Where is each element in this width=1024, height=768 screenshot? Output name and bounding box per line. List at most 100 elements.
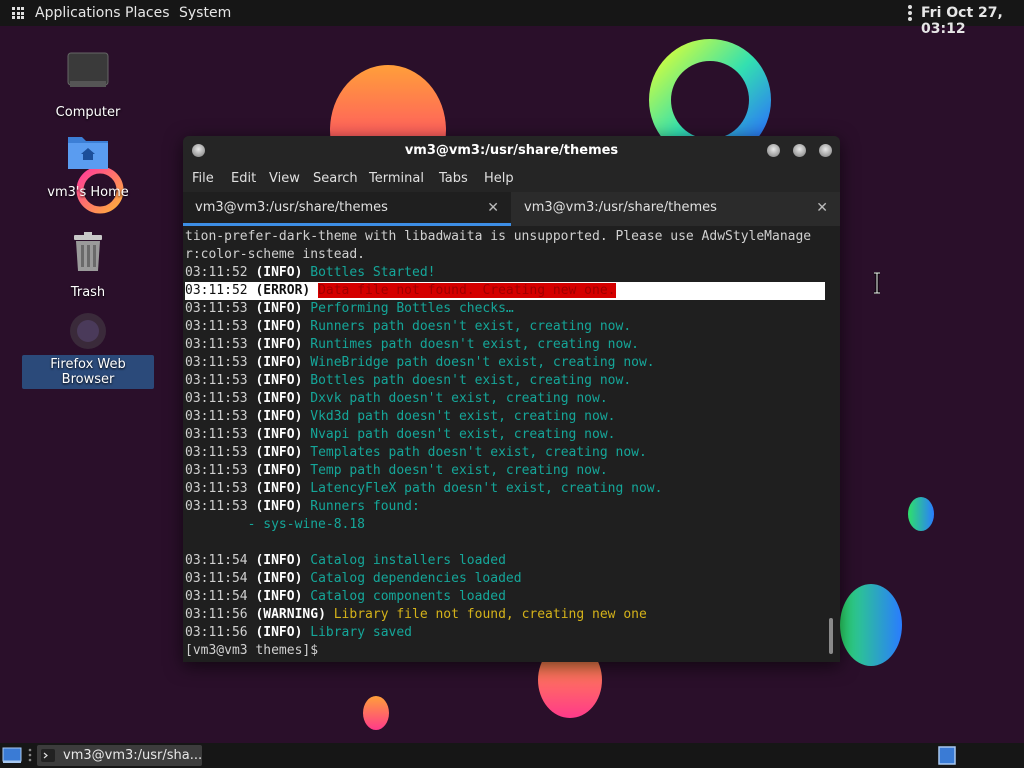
log-message: Catalog installers loaded — [310, 553, 506, 568]
clock[interactable]: Fri Oct 27, 03:12 — [921, 5, 1024, 37]
terminal-line-info: 03:11:53 (INFO) Runtimes path doesn't ex… — [185, 336, 639, 354]
taskbar-window-title: vm3@vm3:/usr/sha... — [63, 748, 203, 763]
terminal-line: - sys-wine-8.18 — [185, 517, 366, 532]
menu-view[interactable]: View — [269, 171, 300, 186]
tab-label: vm3@vm3:/usr/share/themes — [195, 200, 388, 215]
apps-grid-icon[interactable] — [12, 7, 24, 19]
log-timestamp: 03:11:53 — [185, 409, 248, 424]
desktop-icon-firefox[interactable]: Firefox Web Browser — [22, 273, 154, 389]
panel-separator-handle[interactable] — [28, 748, 32, 763]
terminal-tab-active[interactable]: vm3@vm3:/usr/share/themes ✕ — [183, 192, 511, 226]
log-message: Runners path doesn't exist, creating now… — [310, 319, 632, 334]
terminal-line-info: 03:11:53 (INFO) Runners path doesn't exi… — [185, 318, 631, 336]
tab-close-icon[interactable]: ✕ — [487, 192, 499, 224]
log-timestamp: 03:11:53 — [185, 355, 248, 370]
log-timestamp: 03:11:56 — [185, 607, 248, 622]
firefox-icon — [70, 313, 106, 349]
terminal-scrollbar[interactable] — [829, 618, 833, 654]
terminal-line-info: 03:11:53 (INFO) Runners found: — [185, 498, 420, 516]
log-level: (INFO) — [255, 481, 303, 496]
log-timestamp: 03:11:53 — [185, 481, 248, 496]
menu-terminal[interactable]: Terminal — [369, 171, 424, 186]
top-panel: Applications Places System Fri Oct 27, 0… — [0, 0, 1024, 37]
computer-icon — [67, 52, 109, 87]
log-timestamp: 03:11:54 — [185, 589, 248, 604]
log-message: Performing Bottles checks… — [310, 301, 514, 316]
menu-help[interactable]: Help — [484, 171, 514, 186]
terminal-line-warning: 03:11:56 (WARNING) Library file not foun… — [185, 606, 647, 624]
log-level: (INFO) — [255, 427, 303, 442]
window-menu-icon[interactable] — [192, 144, 205, 157]
log-message: Catalog dependencies loaded — [310, 571, 522, 586]
log-message: Library file not found, creating new one — [333, 607, 647, 622]
home-folder-icon — [68, 137, 108, 169]
maximize-icon[interactable] — [793, 144, 806, 157]
terminal-line-info: 03:11:52 (INFO) Bottles Started! — [185, 264, 435, 282]
terminal-line-info: 03:11:53 (INFO) Vkd3d path doesn't exist… — [185, 408, 616, 426]
show-desktop-icon[interactable] — [2, 747, 22, 764]
log-timestamp: 03:11:54 — [185, 571, 248, 586]
log-level: (INFO) — [255, 337, 303, 352]
log-timestamp: 03:11:56 — [185, 625, 248, 640]
log-timestamp: 03:11:53 — [185, 301, 248, 316]
log-level: (INFO) — [255, 409, 303, 424]
log-message: WineBridge path doesn't exist, creating … — [310, 355, 655, 370]
log-level: (INFO) — [255, 319, 303, 334]
terminal-line-info: 03:11:53 (INFO) Dxvk path doesn't exist,… — [185, 390, 608, 408]
log-level: (INFO) — [255, 553, 303, 568]
log-level: (INFO) — [255, 499, 303, 514]
log-message: Bottles Started! — [310, 265, 436, 280]
terminal-tab[interactable]: vm3@vm3:/usr/share/themes ✕ — [512, 192, 840, 226]
log-message: Dxvk path doesn't exist, creating now. — [310, 391, 608, 406]
desktop-icon-home[interactable]: vm3's Home — [28, 93, 148, 205]
terminal-line-info: 03:11:53 (INFO) Bottles path doesn't exi… — [185, 372, 631, 390]
log-timestamp: 03:11:52 — [185, 283, 248, 298]
bottom-panel: vm3@vm3:/usr/sha... — [0, 743, 1024, 768]
log-message: Templates path doesn't exist, creating n… — [310, 445, 647, 460]
tab-label: vm3@vm3:/usr/share/themes — [524, 200, 717, 215]
log-timestamp: 03:11:53 — [185, 463, 248, 478]
log-timestamp: 03:11:53 — [185, 427, 248, 442]
log-level: (INFO) — [255, 355, 303, 370]
minimize-icon[interactable] — [767, 144, 780, 157]
log-level: (INFO) — [255, 391, 303, 406]
log-message: Bottles path doesn't exist, creating now… — [310, 373, 632, 388]
terminal-prompt[interactable]: [vm3@vm3 themes]$ — [185, 642, 318, 660]
log-level: (INFO) — [255, 265, 303, 280]
log-message: Catalog components loaded — [310, 589, 506, 604]
log-message: Temp path doesn't exist, creating now. — [310, 463, 608, 478]
window-titlebar[interactable]: vm3@vm3:/usr/share/themes — [183, 136, 840, 166]
menu-search[interactable]: Search — [313, 171, 358, 186]
log-level: (INFO) — [255, 571, 303, 586]
terminal-line-info: 03:11:53 (INFO) Performing Bottles check… — [185, 300, 514, 318]
menu-file[interactable]: File — [192, 171, 214, 186]
log-level: (INFO) — [255, 463, 303, 478]
trash-icon — [74, 232, 102, 271]
terminal-line: tion-prefer-dark-theme with libadwaita i… — [185, 229, 812, 244]
log-timestamp: 03:11:53 — [185, 319, 248, 334]
log-level: (WARNING) — [255, 607, 326, 622]
close-icon[interactable] — [819, 144, 832, 157]
menu-system[interactable]: System — [179, 5, 231, 21]
log-level: (ERROR) — [255, 283, 311, 298]
workspace-switcher-icon[interactable] — [938, 746, 956, 765]
terminal-line-info: 03:11:53 (INFO) Nvapi path doesn't exist… — [185, 426, 616, 444]
terminal-output[interactable]: tion-prefer-dark-theme with libadwaita i… — [183, 226, 840, 662]
terminal-line-error: 03:11:52 (ERROR) Data file not found. Cr… — [185, 282, 825, 300]
taskbar-window-button[interactable]: vm3@vm3:/usr/sha... — [37, 745, 202, 766]
terminal-line-info: 03:11:54 (INFO) Catalog components loade… — [185, 588, 506, 606]
log-message: Library saved — [310, 625, 412, 640]
menu-tabs[interactable]: Tabs — [439, 171, 468, 186]
log-level: (INFO) — [255, 589, 303, 604]
terminal-menubar: File Edit View Search Terminal Tabs Help — [183, 166, 840, 192]
text-cursor-icon — [874, 272, 880, 294]
desktop-icon-label: Firefox Web Browser — [22, 355, 154, 389]
log-level: (INFO) — [255, 373, 303, 388]
terminal-window[interactable]: vm3@vm3:/usr/share/themes File Edit View… — [183, 136, 840, 662]
log-timestamp: 03:11:53 — [185, 337, 248, 352]
kebab-menu-icon[interactable] — [908, 5, 912, 21]
log-message: Nvapi path doesn't exist, creating now. — [310, 427, 616, 442]
menu-edit[interactable]: Edit — [231, 171, 256, 186]
tab-close-icon[interactable]: ✕ — [816, 192, 828, 224]
log-level: (INFO) — [255, 301, 303, 316]
